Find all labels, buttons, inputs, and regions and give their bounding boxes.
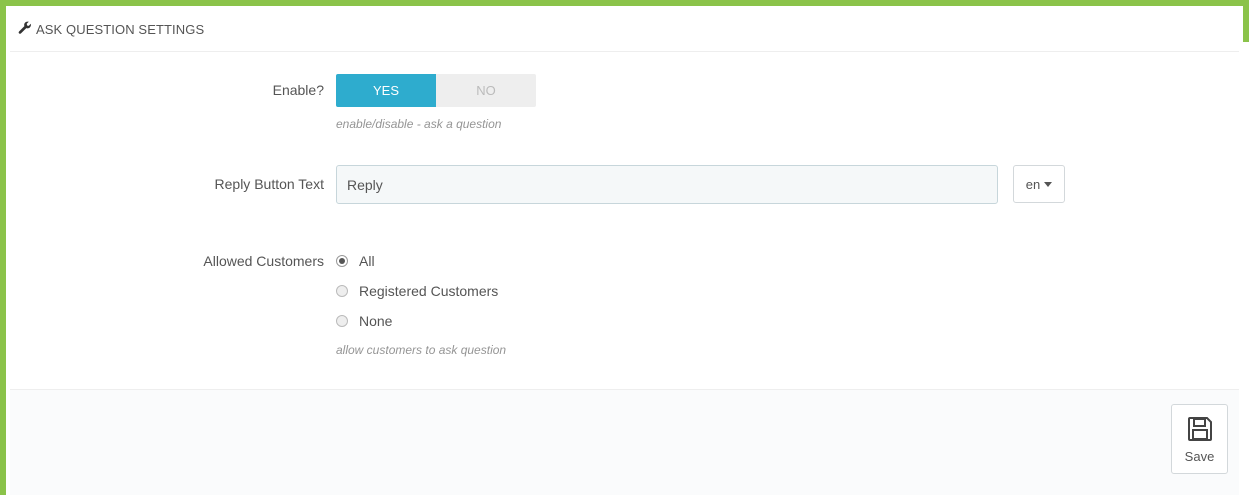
radio-button-icon[interactable] <box>336 285 348 297</box>
radio-option-registered-customers[interactable]: Registered Customers <box>336 283 498 299</box>
radio-button-icon[interactable] <box>336 255 348 267</box>
panel-footer: Save <box>10 389 1239 495</box>
enable-label: Enable? <box>272 82 324 98</box>
enable-switch[interactable]: YES NO <box>336 74 536 107</box>
allowed-customers-help-text: allow customers to ask question <box>336 343 507 357</box>
reply-button-text-label: Reply Button Text <box>214 176 324 192</box>
frame-border-left <box>0 0 6 495</box>
language-code: en <box>1025 176 1041 192</box>
frame-border-top <box>0 0 1249 6</box>
enable-yes-option[interactable]: YES <box>336 74 436 107</box>
enable-no-option[interactable]: NO <box>436 74 536 107</box>
radio-option-all[interactable]: All <box>336 253 375 269</box>
settings-panel: ASK QUESTION SETTINGS Enable? YES NO ena… <box>10 8 1239 495</box>
panel-title: ASK QUESTION SETTINGS <box>36 22 205 37</box>
wrench-icon <box>18 21 36 38</box>
radio-button-icon[interactable] <box>336 315 348 327</box>
radio-option-label: None <box>359 313 393 329</box>
radio-option-none[interactable]: None <box>336 313 392 329</box>
save-button[interactable]: Save <box>1171 404 1228 474</box>
panel-heading: ASK QUESTION SETTINGS <box>10 8 1239 52</box>
app-frame: ASK QUESTION SETTINGS Enable? YES NO ena… <box>0 0 1249 495</box>
radio-option-label: Registered Customers <box>359 283 499 299</box>
language-dropdown-button[interactable]: en <box>1013 165 1065 203</box>
save-label: Save <box>1184 448 1215 464</box>
floppy-disk-icon <box>1186 415 1214 449</box>
allowed-customers-label: Allowed Customers <box>203 253 324 269</box>
enable-help-text: enable/disable - ask a question <box>336 117 502 131</box>
radio-option-label: All <box>359 253 375 269</box>
frame-border-right <box>1243 0 1249 42</box>
reply-button-text-input[interactable] <box>336 165 998 204</box>
caret-down-icon <box>1044 181 1053 187</box>
